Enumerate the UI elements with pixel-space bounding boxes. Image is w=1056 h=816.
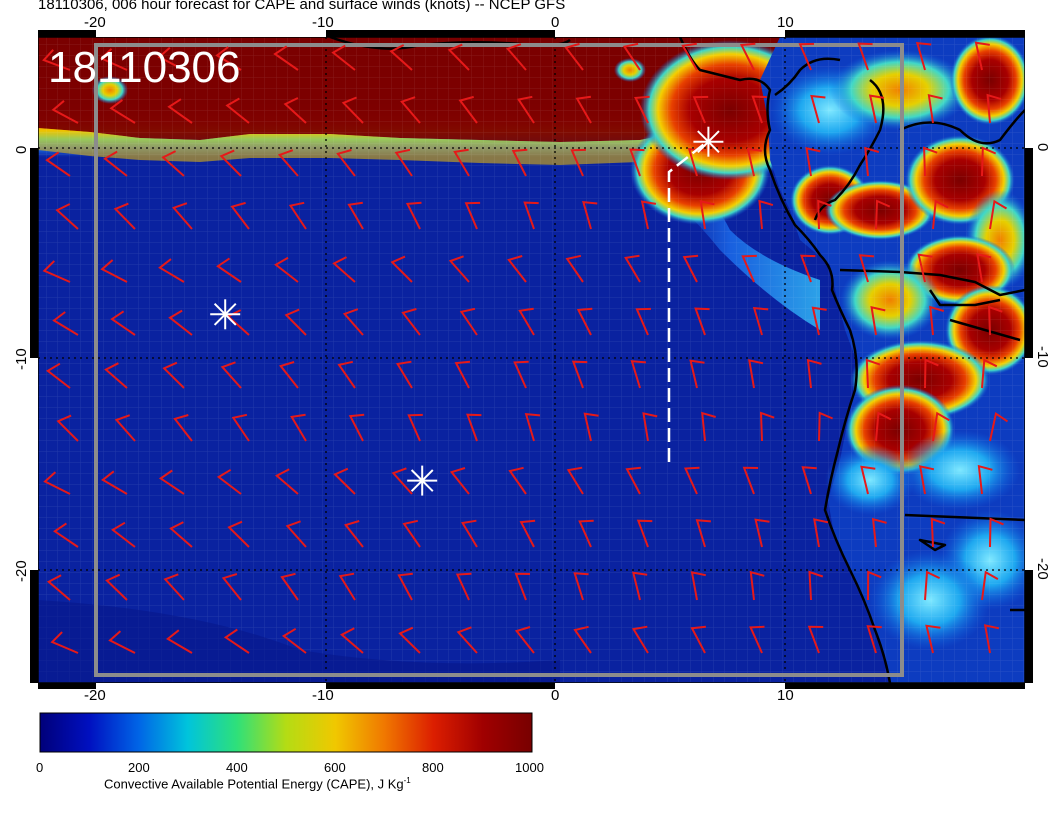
- date-stamp: 18110306: [48, 43, 241, 92]
- colorbar-tick-1000: 1000: [515, 760, 544, 775]
- lon-tick-bottom-3: 0: [551, 687, 559, 704]
- lat-tick-right-3: -20: [1034, 558, 1051, 580]
- star-north-marker: [693, 126, 724, 157]
- colorbar-tick-0: 0: [36, 760, 44, 775]
- lon-tick-top-2: -10: [312, 14, 334, 31]
- lon-tick-bottom-2: -10: [312, 687, 334, 704]
- lat-tick-left-3: -20: [13, 560, 30, 582]
- lon-tick-top-1: -20: [84, 14, 106, 31]
- lon-tick-bottom-4: 10: [777, 687, 794, 704]
- lat-tick-right-2: -10: [1034, 346, 1051, 368]
- lon-tick-top-4: 10: [777, 14, 794, 31]
- lon-tick-bottom-1: -20: [84, 687, 106, 704]
- lat-tick-left-1: 0: [13, 146, 30, 154]
- star-south-marker: [407, 465, 438, 496]
- map-panel: [38, 37, 1025, 683]
- lon-tick-top-3: 0: [551, 14, 559, 31]
- star-west-marker: [210, 299, 241, 330]
- colorbar-tick-800: 800: [422, 760, 444, 775]
- colorbar-tick-200: 200: [128, 760, 150, 775]
- colorbar-label: Convective Available Potential Energy (C…: [104, 776, 411, 792]
- lat-tick-right-1: 0: [1034, 143, 1051, 151]
- colorbar: [39, 712, 533, 753]
- map-figure: -20 -10 0 10 -20 -10 0 10 0 -10 -20 0 -1…: [13, 14, 1051, 753]
- colorbar-tick-600: 600: [324, 760, 346, 775]
- lat-tick-left-2: -10: [13, 348, 30, 370]
- colorbar-tick-400: 400: [226, 760, 248, 775]
